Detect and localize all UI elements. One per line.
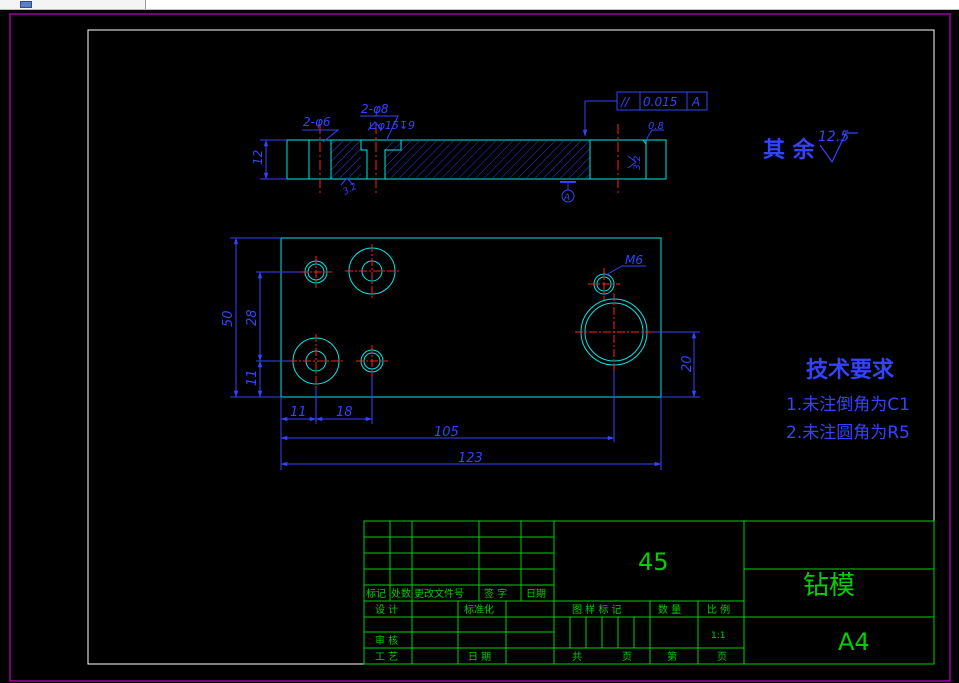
tb-date: 日 期 — [468, 651, 491, 663]
tb-part-name: 钻模 — [803, 571, 855, 601]
dim-height-50: 50 — [221, 310, 236, 327]
callout-2-phi6: 2-φ6 — [303, 115, 331, 129]
tb-scale-label: 比 例 — [707, 603, 730, 616]
drawing-canvas[interactable]: 2-φ6 2-φ8 ⊔φ15↧9 12 // 0.015 A 0.8 3.2 3… — [0, 10, 959, 683]
plan-view — [230, 237, 700, 470]
tb-sheet-size: A4 — [838, 628, 870, 656]
tb-material: 45 — [638, 548, 669, 576]
cad-viewport[interactable]: 2-φ6 2-φ8 ⊔φ15↧9 12 // 0.015 A 0.8 3.2 3… — [0, 10, 959, 683]
tb-header-date: 日期 — [526, 588, 546, 600]
tb-standardization: 标准化 — [464, 603, 494, 616]
tb-total: 共 — [572, 651, 582, 663]
tb-review: 审 核 — [375, 634, 398, 647]
tech-requirements-title: 技术要求 — [806, 358, 894, 383]
thread-label-m6: M6 — [625, 253, 643, 267]
tb-process: 工 艺 — [375, 651, 398, 663]
callout-2-phi8: 2-φ8 — [361, 102, 389, 116]
side-section-view — [260, 91, 708, 203]
tb-sheet-unit-1: 页 — [622, 651, 632, 663]
tolerance-datum: A — [691, 95, 700, 109]
tb-header-count: 处数 — [391, 587, 411, 600]
dim-28: 28 — [245, 309, 260, 326]
tolerance-symbol: // — [620, 95, 631, 109]
dim-20: 20 — [680, 355, 695, 372]
callout-counterbore: ⊔φ15↧9 — [369, 119, 415, 132]
dim-thickness-12: 12 — [251, 150, 265, 165]
tb-header-signature: 签 字 — [484, 587, 507, 600]
tech-requirement-1: 1.未注倒角为C1 — [786, 395, 910, 415]
app-tab-icon — [20, 1, 32, 8]
dim-105: 105 — [434, 425, 459, 440]
title-block-text: 标记 处数 更改文件号 签 字 日期 设 计 标准化 审 核 工 艺 日 期 图… — [366, 587, 730, 663]
tb-sheet-no: 第 — [667, 650, 677, 663]
roughness-note-value: 12.5 — [818, 129, 849, 145]
roughness-note-label: 其 余 — [763, 137, 816, 163]
dim-18: 18 — [336, 405, 353, 420]
roughness-3-2-side: 3.2 — [633, 155, 643, 170]
dim-11-horizontal: 11 — [290, 405, 307, 420]
tolerance-value: 0.015 — [643, 95, 677, 109]
tb-design: 设 计 — [375, 603, 398, 616]
tb-drawing-mark: 图 样 标 记 — [572, 603, 622, 616]
tech-requirement-2: 2.未注圆角为R5 — [786, 423, 910, 443]
tb-scale-value: 1:1 — [711, 631, 725, 641]
dim-123: 123 — [458, 451, 483, 466]
tb-quantity: 数 量 — [658, 603, 681, 616]
roughness-3-2-hole: 3.2 — [342, 182, 360, 198]
drawing-tab[interactable] — [0, 0, 146, 9]
dim-11-vertical: 11 — [245, 369, 260, 386]
window-tab-bar — [0, 0, 959, 10]
tb-header-change-doc: 更改文件号 — [414, 587, 464, 600]
tb-sheet-unit-2: 页 — [717, 651, 727, 663]
roughness-0-8: 0.8 — [648, 121, 664, 132]
tb-header-mark: 标记 — [366, 588, 386, 600]
datum-label-a: A — [563, 193, 570, 203]
